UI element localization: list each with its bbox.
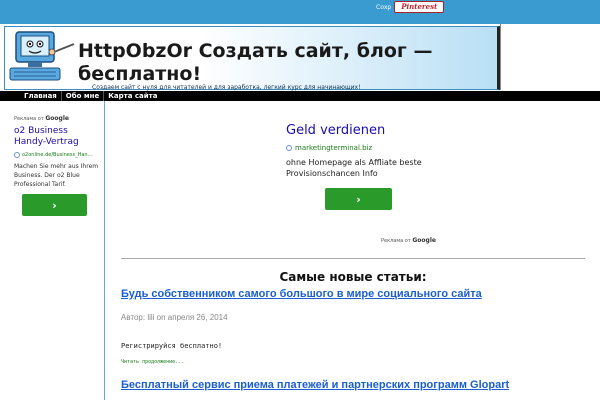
content-divider bbox=[121, 258, 585, 259]
site-title[interactable]: HttpObzOr Создать сайт, блог — бесплатно… bbox=[78, 40, 438, 86]
globe-icon bbox=[14, 152, 20, 158]
left-ad-url[interactable]: o2online.de/Business_Han... bbox=[14, 152, 92, 158]
top-strip bbox=[0, 0, 600, 24]
post-excerpt: Регистрируйся бесплатно! bbox=[121, 342, 223, 350]
post-title-link[interactable]: Будь собственником самого большого в мир… bbox=[121, 288, 591, 300]
ads-by-prefix: Реклама от bbox=[14, 116, 44, 122]
computer-mascot-icon bbox=[9, 31, 75, 81]
latest-posts-heading: Самые новые статьи: bbox=[279, 270, 427, 284]
pinterest-save[interactable]: Сохр Pinterest bbox=[376, 0, 445, 14]
main-nav: Главная Обо мне Карта сайта bbox=[0, 91, 600, 101]
post-title-link[interactable]: Бесплатный сервис приема платежей и парт… bbox=[121, 379, 591, 391]
nav-item-sitemap[interactable]: Карта сайта bbox=[104, 91, 161, 101]
pinterest-button[interactable]: Pinterest bbox=[394, 1, 445, 13]
header-right-area bbox=[500, 24, 600, 90]
left-ad-go-button[interactable]: › bbox=[22, 194, 87, 216]
left-ad-description: Machen Sie mehr aus Ihrem Business. Der … bbox=[14, 163, 99, 188]
main-ad-title[interactable]: Geld verdienen bbox=[286, 123, 385, 138]
ads-by-google-main[interactable]: Реклама от Google bbox=[381, 237, 436, 244]
ads-by-google-left[interactable]: Реклама от Google bbox=[14, 115, 69, 122]
left-ad-url-text: o2online.de/Business_Han... bbox=[22, 152, 93, 158]
ads-by-brand: Google bbox=[412, 237, 436, 244]
nav-item-home[interactable]: Главная bbox=[20, 91, 62, 101]
main-ad-url[interactable]: marketingterminal.biz bbox=[286, 144, 372, 152]
main-ad-url-text: marketingterminal.biz bbox=[295, 144, 373, 152]
ads-by-brand: Google bbox=[45, 115, 69, 122]
left-ad-title[interactable]: o2 Business Handy-Vertrag bbox=[14, 126, 99, 148]
site-tagline: Создаем сайт с нуля для читателей и для … bbox=[92, 84, 361, 91]
save-label: Сохр bbox=[376, 3, 392, 11]
main-ad-description: ohne Homepage als Affliate beste Provisi… bbox=[286, 158, 422, 178]
ads-by-prefix: Реклама от bbox=[381, 238, 411, 244]
post-meta: Автор: lili on апреля 26, 2014 bbox=[121, 313, 228, 322]
nav-item-about[interactable]: Обо мне bbox=[62, 91, 105, 101]
main-ad-go-button[interactable]: › bbox=[325, 188, 392, 210]
read-more-link[interactable]: Читать продолжение... bbox=[121, 359, 184, 365]
globe-icon bbox=[286, 145, 292, 151]
